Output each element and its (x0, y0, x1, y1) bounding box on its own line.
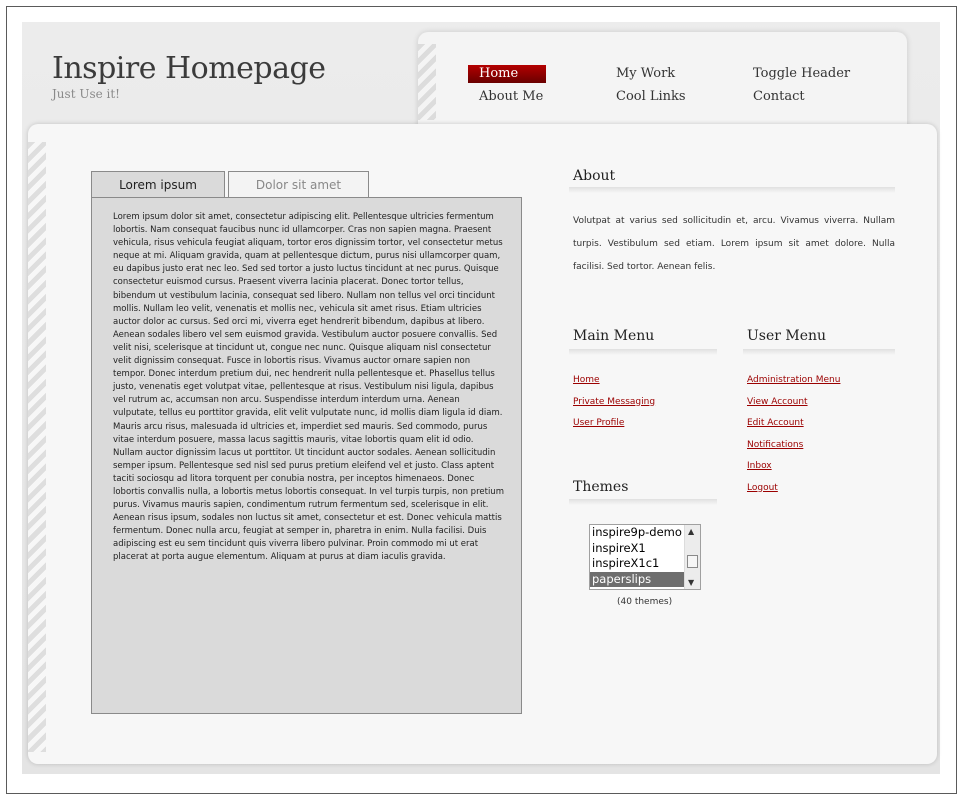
nav-item-home[interactable]: Home (468, 65, 547, 83)
themes-heading: Themes (573, 479, 629, 495)
user-menu-item: Inbox (747, 456, 840, 478)
user-menu-item: Administration Menu (747, 370, 840, 392)
about-heading: About (573, 168, 616, 184)
scroll-down-icon[interactable]: ▼ (688, 578, 694, 587)
theme-option-selected[interactable]: paperslips (590, 571, 686, 587)
nav-item-contact[interactable]: Contact (753, 88, 805, 106)
theme-option[interactable]: inspireX1 (590, 541, 686, 557)
main-menu-item: User Profile (573, 413, 655, 435)
content-decoration (28, 142, 46, 752)
nav-decoration (418, 44, 436, 120)
theme-listbox-scrollbar[interactable]: ▲ ▼ (684, 525, 700, 589)
user-menu-link-logout[interactable]: Logout (747, 483, 778, 493)
site-subtitle: Just Use it! (52, 87, 121, 101)
nav-item-about-me[interactable]: About Me (479, 88, 543, 106)
scrollbar-thumb[interactable] (687, 555, 698, 568)
theme-option[interactable]: inspireX1c1 (590, 556, 686, 572)
about-text: Volutpat at varius sed sollicitudin et, … (573, 216, 895, 272)
user-menu-item: Edit Account (747, 413, 840, 435)
main-menu-item: Home (573, 370, 655, 392)
tab-lorem-ipsum[interactable]: Lorem ipsum (91, 171, 225, 198)
scroll-up-icon[interactable]: ▲ (688, 527, 694, 536)
tab-content-text: Lorem ipsum dolor sit amet, consectetur … (113, 212, 504, 563)
main-menu-list: Home Private Messaging User Profile (573, 370, 655, 435)
user-menu-item: Notifications (747, 435, 840, 457)
user-menu-link-view-account[interactable]: View Account (747, 397, 808, 407)
user-menu-link-inbox[interactable]: Inbox (747, 461, 772, 471)
main-menu-divider (569, 349, 717, 355)
nav-item-my-work[interactable]: My Work (616, 65, 675, 83)
site-title[interactable]: Inspire Homepage (52, 52, 326, 86)
user-menu-item: View Account (747, 392, 840, 414)
nav-item-cool-links[interactable]: Cool Links (616, 88, 686, 106)
user-menu-item: Logout (747, 478, 840, 500)
user-menu-heading: User Menu (747, 328, 827, 344)
about-divider (569, 187, 895, 193)
tab-panel: Lorem ipsum dolor sit amet, consectetur … (91, 197, 522, 714)
user-menu-link-notifications[interactable]: Notifications (747, 440, 803, 450)
main-menu-link-private-messaging[interactable]: Private Messaging (573, 397, 655, 407)
themes-divider (569, 499, 717, 505)
user-menu-link-administration[interactable]: Administration Menu (747, 375, 840, 385)
site-header: Inspire Homepage Just Use it! (52, 52, 326, 102)
theme-count: (40 themes) (617, 597, 673, 607)
user-menu-link-edit-account[interactable]: Edit Account (747, 418, 804, 428)
main-menu-link-home[interactable]: Home (573, 375, 600, 385)
main-menu-heading: Main Menu (573, 328, 655, 344)
theme-listbox[interactable]: inspire9p-demo inspireX1 inspireX1c1 pap… (589, 524, 701, 590)
nav-item-toggle-header[interactable]: Toggle Header (753, 65, 850, 83)
user-menu-list: Administration Menu View Account Edit Ac… (747, 370, 840, 499)
main-menu-link-user-profile[interactable]: User Profile (573, 418, 624, 428)
main-menu-item: Private Messaging (573, 392, 655, 414)
user-menu-divider (743, 349, 895, 355)
tab-dolor-sit-amet[interactable]: Dolor sit amet (228, 171, 369, 198)
theme-option[interactable]: inspire9p-demo (590, 525, 686, 541)
